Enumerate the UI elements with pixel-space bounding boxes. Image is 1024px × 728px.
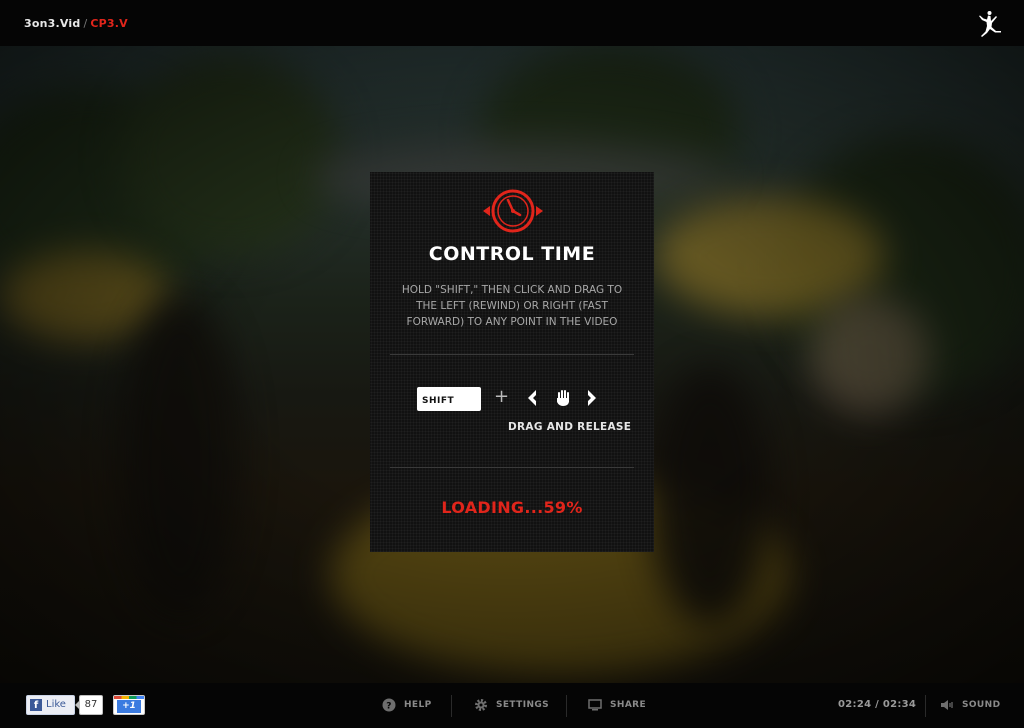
sound-label: SOUND xyxy=(962,700,1001,710)
facebook-like-count: 87 xyxy=(75,695,103,715)
settings-label: SETTINGS xyxy=(496,700,550,710)
divider-bottom xyxy=(390,467,634,468)
help-icon: ? xyxy=(382,698,396,712)
google-plus-one-button[interactable]: +1 xyxy=(113,695,145,715)
sound-toggle-button[interactable]: SOUND xyxy=(940,698,1000,712)
speaker-icon xyxy=(941,700,953,710)
bottom-bar: f Like 87 +1 ? HELP SETTINGS SHARE 02:24… xyxy=(0,683,1024,728)
footer-divider xyxy=(451,695,452,717)
svg-text:?: ? xyxy=(386,702,392,712)
google-color-bar xyxy=(114,696,144,699)
chevron-left-icon xyxy=(528,390,536,406)
chevron-right-icon xyxy=(588,390,596,406)
help-label: HELP xyxy=(404,700,432,710)
facebook-icon: f xyxy=(30,699,42,711)
clock-icon xyxy=(483,189,543,233)
share-label: SHARE xyxy=(610,700,647,710)
shift-key-label: SHIFT xyxy=(422,396,455,406)
breadcrumb: 3on3.Vid / CP3.V xyxy=(24,17,128,30)
shift-key-graphic: SHIFT xyxy=(417,387,481,411)
facebook-like-button[interactable]: f Like xyxy=(26,695,75,715)
breadcrumb-current: CP3.V xyxy=(90,17,128,30)
footer-divider xyxy=(925,695,926,717)
loading-status: LOADING...59% xyxy=(441,498,583,517)
modal-description: HOLD "SHIFT," THEN CLICK AND DRAG TO THE… xyxy=(401,284,623,328)
help-button[interactable]: ? HELP xyxy=(382,698,432,712)
share-monitor-icon xyxy=(588,699,602,711)
footer-divider xyxy=(566,695,567,717)
gear-icon xyxy=(475,699,487,711)
share-button[interactable]: SHARE xyxy=(588,698,646,712)
top-bar: 3on3.Vid / CP3.V xyxy=(0,0,1024,46)
modal-title: CONTROL TIME xyxy=(428,243,596,265)
jumpman-logo-icon[interactable] xyxy=(974,10,1002,38)
divider-top xyxy=(390,354,634,355)
hand-grab-icon xyxy=(557,390,569,406)
settings-button[interactable]: SETTINGS xyxy=(474,698,549,712)
video-timecode: 02:24 / 02:34 xyxy=(838,699,917,710)
control-time-modal: CONTROL TIME HOLD "SHIFT," THEN CLICK AN… xyxy=(370,172,654,552)
plus-sign: + xyxy=(494,386,510,407)
breadcrumb-separator: / xyxy=(83,17,88,30)
google-plus-one-label: +1 xyxy=(117,700,141,713)
drag-and-release-label: DRAG AND RELEASE xyxy=(508,421,632,433)
facebook-like-label: Like xyxy=(46,699,66,710)
breadcrumb-home-link[interactable]: 3on3.Vid xyxy=(24,17,80,30)
